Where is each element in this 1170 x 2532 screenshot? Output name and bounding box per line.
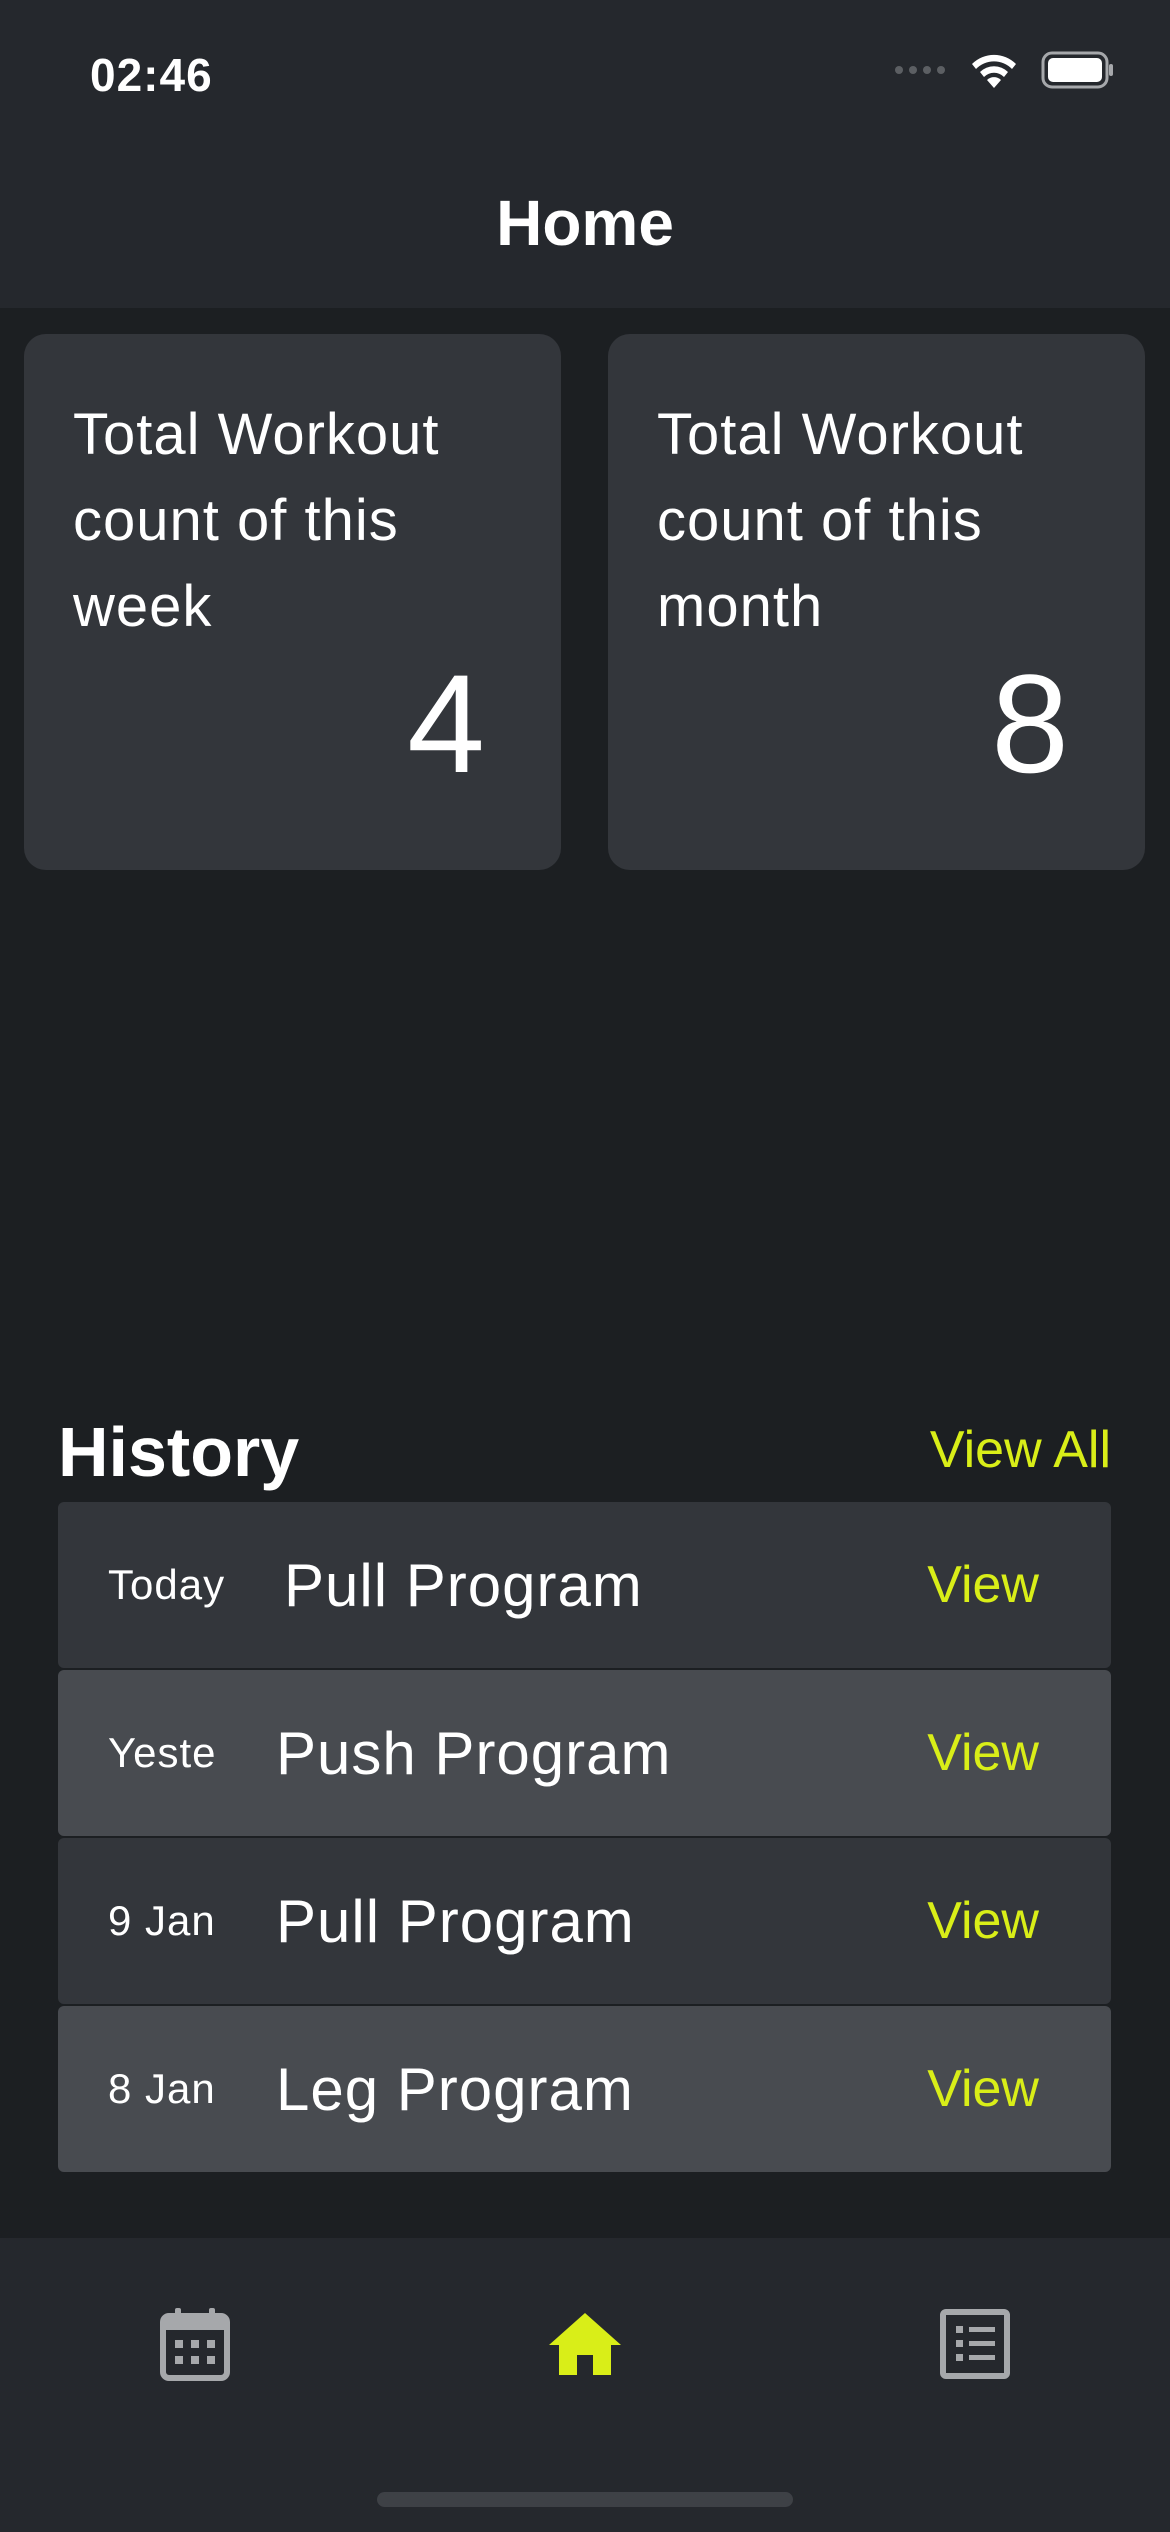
history-row-date: 8 Jan bbox=[108, 2065, 216, 2112]
history-row-program: Push Program bbox=[276, 1719, 672, 1787]
history-row-program: Pull Program bbox=[276, 1887, 635, 1955]
history-row-view-button[interactable]: View bbox=[927, 1723, 1039, 1783]
wifi-icon bbox=[969, 50, 1019, 95]
page-title: Home bbox=[496, 187, 674, 259]
view-all-button[interactable]: View All bbox=[930, 1420, 1111, 1480]
list-icon bbox=[940, 2308, 1010, 2384]
monthly-workout-label: Total Workout count of this month bbox=[657, 402, 1024, 639]
status-icons bbox=[893, 50, 1115, 95]
monthly-workout-count: 8 bbox=[991, 645, 1069, 802]
history-row[interactable]: 8 Jan Leg Program View bbox=[58, 2006, 1111, 2172]
weekly-workout-label: Total Workout count of this week bbox=[73, 402, 440, 639]
tab-list[interactable] bbox=[915, 2286, 1035, 2406]
weekly-workout-card: Total Workout count of this week 4 bbox=[24, 334, 561, 870]
history-row-view-button[interactable]: View bbox=[927, 1555, 1039, 1615]
calendar-icon bbox=[159, 2306, 231, 2387]
history-row[interactable]: 9 Jan Pull Program View bbox=[58, 1838, 1111, 2004]
tab-calendar[interactable] bbox=[135, 2286, 255, 2406]
monthly-workout-card: Total Workout count of this month 8 bbox=[608, 334, 1145, 870]
home-indicator bbox=[377, 2492, 793, 2507]
history-row-view-button[interactable]: View bbox=[927, 2059, 1039, 2119]
home-icon bbox=[547, 2311, 623, 2382]
cellular-signal-icon bbox=[893, 63, 947, 82]
history-row-date: Yeste bbox=[108, 1729, 217, 1776]
navigation-bar: Home bbox=[0, 150, 1170, 308]
history-row-program: Pull Program bbox=[284, 1551, 643, 1619]
status-bar: 02:46 bbox=[0, 0, 1170, 150]
history-row[interactable]: Today Pull Program View bbox=[58, 1502, 1111, 1668]
tab-bar bbox=[0, 2238, 1170, 2532]
weekly-workout-count: 4 bbox=[407, 645, 485, 802]
history-row-date: Today bbox=[108, 1561, 226, 1608]
history-title: History bbox=[58, 1413, 300, 1491]
battery-icon bbox=[1041, 51, 1115, 94]
status-time: 02:46 bbox=[90, 49, 213, 101]
history-list: Today Pull Program View Yeste Push Progr… bbox=[58, 1502, 1111, 2174]
tab-home[interactable] bbox=[525, 2286, 645, 2406]
history-row-date: 9 Jan bbox=[108, 1897, 216, 1944]
history-row-program: Leg Program bbox=[276, 2055, 634, 2123]
history-row[interactable]: Yeste Push Program View bbox=[58, 1670, 1111, 1836]
history-row-view-button[interactable]: View bbox=[927, 1891, 1039, 1951]
